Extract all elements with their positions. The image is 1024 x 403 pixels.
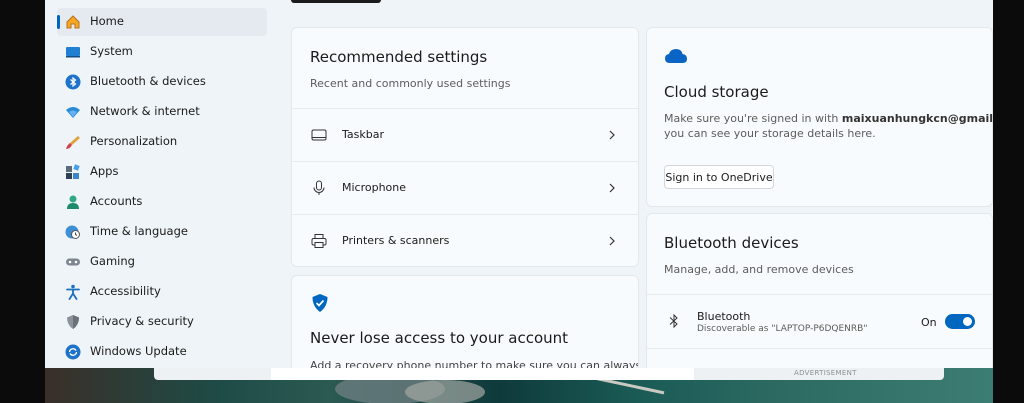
printer-icon [311,234,327,248]
advertisement-bar: ADVERTISEMENT [154,368,944,380]
settings-window: Home System Bluetooth & devices Network … [45,0,993,385]
wallpaper-rocks [405,380,485,403]
recommended-item-taskbar[interactable]: Taskbar [292,108,638,162]
cloud-storage-card: Cloud storage Make sure you're signed in… [646,27,993,207]
sidebar: Home System Bluetooth & devices Network … [45,0,277,368]
sign-in-onedrive-button[interactable]: Sign in to OneDrive [664,165,774,189]
recommended-item-label: Taskbar [342,128,384,141]
cloud-storage-description-line2: you can see your storage details here. [664,127,876,140]
cloud-storage-text-prefix: Make sure you're signed in with [664,112,842,125]
selection-indicator [57,15,60,29]
taskbar-icon [311,129,327,141]
recommended-item-printers-scanners[interactable]: Printers & scanners [292,214,638,268]
recommended-item-microphone[interactable]: Microphone [292,161,638,215]
sidebar-item-personalization[interactable]: Personalization [57,128,267,156]
sidebar-item-time-language[interactable]: Time & language [57,218,267,246]
screen: Home System Bluetooth & devices Network … [45,0,993,403]
bluetooth-toggle[interactable] [945,314,975,329]
shield-check-icon [312,294,328,312]
recommended-item-label: Printers & scanners [342,234,450,247]
account-protection-title: Never lose access to your account [310,329,569,347]
advertisement-slot[interactable] [271,368,694,380]
system-icon [66,47,80,58]
top-cropped-button[interactable] [291,0,381,3]
recommended-settings-subtitle: Recent and commonly used settings [310,77,511,90]
bluetooth-devices-subtitle: Manage, add, and remove devices [664,263,854,276]
bluetooth-device-name: Bluetooth [697,310,751,323]
bluetooth-icon [65,74,81,90]
sidebar-item-label: Apps [90,164,119,178]
sidebar-item-label: Time & language [90,224,188,238]
account-email: maixuanhungkcn@gmail.com [841,112,993,125]
microphone-icon [313,180,325,195]
recommended-settings-title: Recommended settings [310,48,488,66]
brush-icon [66,136,80,149]
sidebar-item-gaming[interactable]: Gaming [57,248,267,276]
sidebar-item-system[interactable]: System [57,38,267,66]
sidebar-item-label: Accounts [90,194,143,208]
wifi-icon [66,107,80,118]
shield-icon [67,315,79,329]
sidebar-item-label: Privacy & security [90,314,194,328]
bluetooth-devices-card: Bluetooth devices Manage, add, and remov… [646,213,993,385]
chevron-right-icon [609,130,615,140]
update-icon [65,344,81,360]
cloud-storage-description-line1: Make sure you're signed in with maixuanh… [664,112,993,125]
sidebar-item-windows-update[interactable]: Windows Update [57,338,267,366]
bluetooth-row: Bluetooth Discoverable as "LAPTOP-P6DQEN… [647,294,992,349]
gamepad-icon [66,258,80,266]
sidebar-item-apps[interactable]: Apps [57,158,267,186]
apps-icon [66,164,80,179]
sidebar-item-bluetooth-devices[interactable]: Bluetooth & devices [57,68,267,96]
sidebar-item-label: System [90,44,133,58]
sidebar-item-label: Accessibility [90,284,161,298]
sidebar-item-label: Bluetooth & devices [90,74,206,88]
person-icon [67,195,79,209]
cloud-icon [665,49,687,63]
cloud-storage-title: Cloud storage [664,83,769,101]
sidebar-item-label: Personalization [90,134,178,148]
sidebar-item-label: Network & internet [90,104,200,118]
bluetooth-symbol-icon [669,313,678,329]
globe-clock-icon [65,225,80,239]
sidebar-item-privacy-security[interactable]: Privacy & security [57,308,267,336]
sidebar-item-accounts[interactable]: Accounts [57,188,267,216]
bluetooth-state-label: On [921,316,937,329]
bluetooth-device-desc: Discoverable as "LAPTOP-P6DQENRB" [697,324,868,334]
home-icon [66,15,80,29]
sidebar-item-accessibility[interactable]: Accessibility [57,278,267,306]
sidebar-item-network[interactable]: Network & internet [57,98,267,126]
recommended-settings-card: Recommended settings Recent and commonly… [291,27,639,267]
accessibility-icon [66,284,80,300]
chevron-right-icon [609,236,615,246]
recommended-item-label: Microphone [342,181,407,194]
divider [647,348,992,349]
sidebar-item-label: Windows Update [90,344,187,358]
sidebar-item-label: Home [90,14,124,28]
bluetooth-devices-title: Bluetooth devices [664,234,799,252]
sidebar-item-label: Gaming [90,254,135,268]
advertisement-label: ADVERTISEMENT [794,369,857,377]
toggle-knob [963,317,972,326]
sidebar-item-home[interactable]: Home [57,8,267,36]
chevron-right-icon [609,183,615,193]
